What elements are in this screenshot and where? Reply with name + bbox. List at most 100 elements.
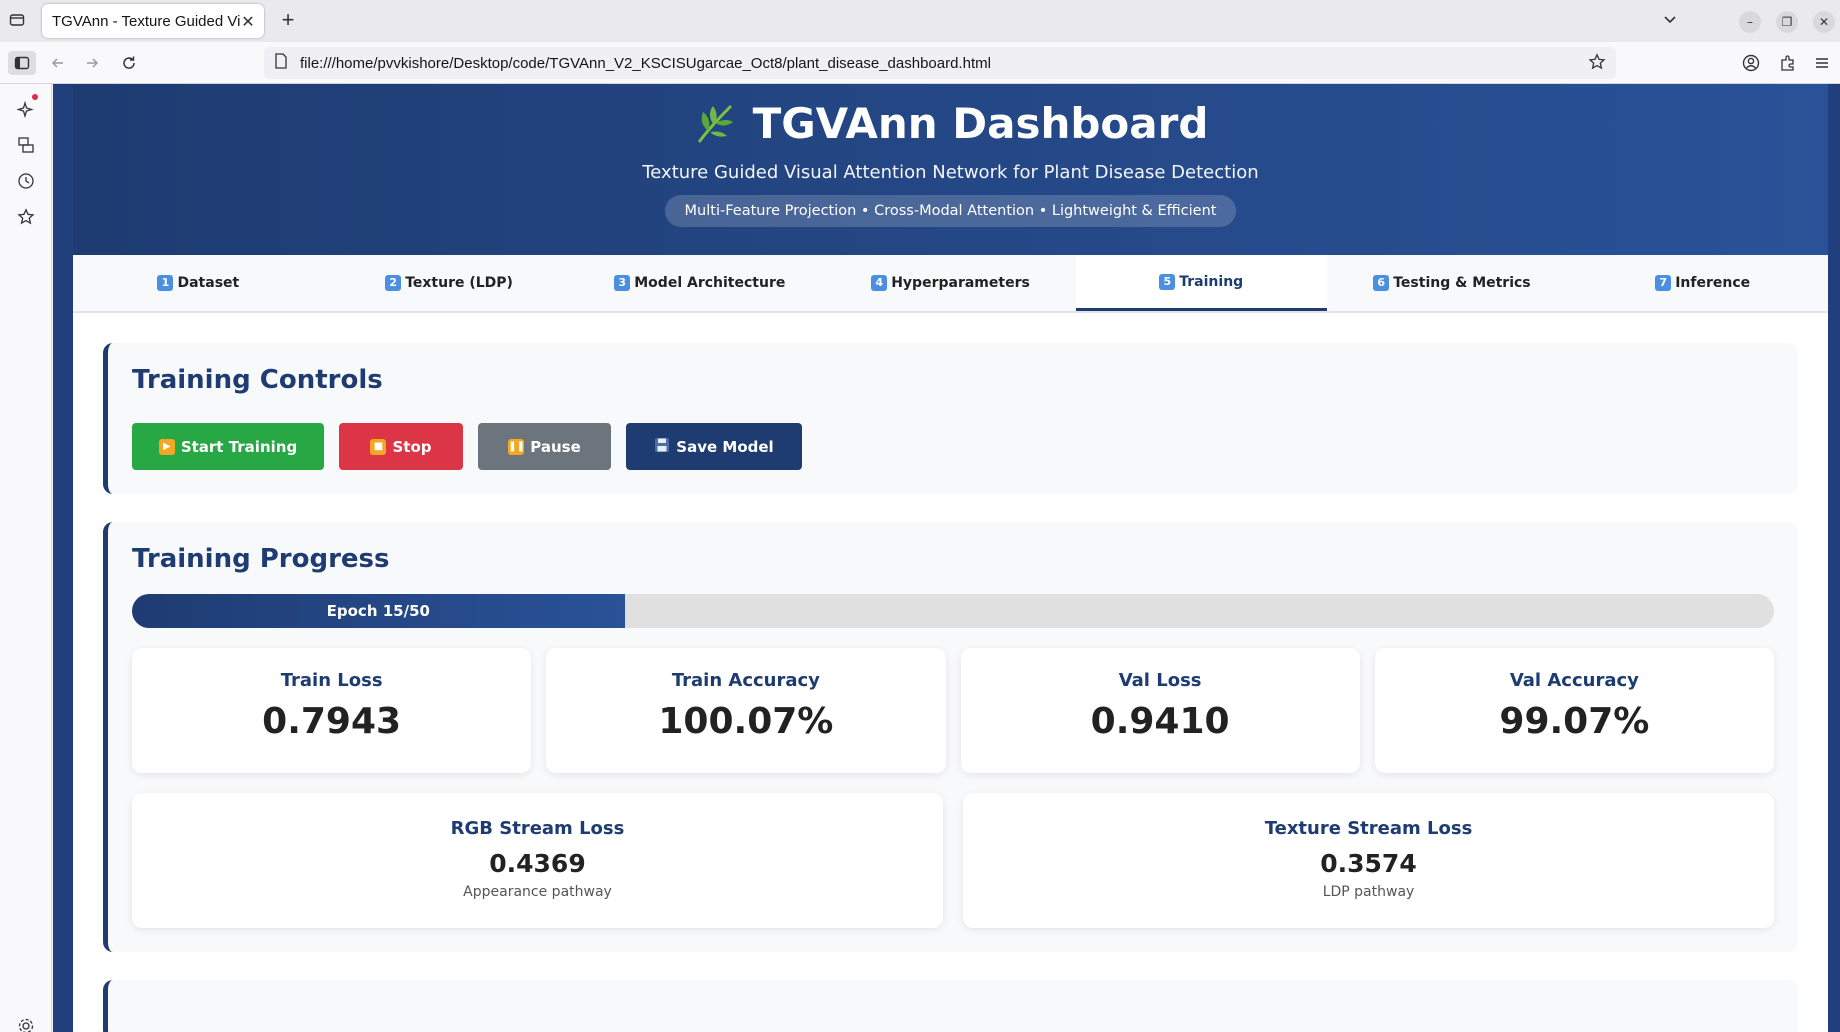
tab-number-badge: 2 bbox=[385, 275, 402, 291]
training-controls-section: Training Controls ▶ Start Training ■ Sto… bbox=[103, 343, 1798, 494]
tab-texture[interactable]: 2 Texture (LDP) bbox=[324, 255, 575, 311]
metric-card-val-accuracy: Val Accuracy 99.07% bbox=[1374, 648, 1774, 773]
page-file-icon bbox=[274, 53, 288, 73]
bookmark-star-icon[interactable] bbox=[1588, 53, 1606, 75]
menu-icon[interactable] bbox=[1810, 51, 1834, 75]
metric-value: 0.3574 bbox=[1320, 849, 1417, 878]
stop-button[interactable]: ■ Stop bbox=[339, 423, 463, 470]
floppy-disk-icon bbox=[654, 437, 670, 457]
leaf-icon bbox=[693, 100, 739, 146]
browser-tabbar: TGVAnn - Texture Guided Vis ✕ + – ❐ ✕ bbox=[0, 0, 1840, 42]
metric-caption: LDP pathway bbox=[1322, 884, 1415, 900]
browser-tab-title: TGVAnn - Texture Guided Vis bbox=[52, 12, 240, 30]
tab-label: Testing & Metrics bbox=[1393, 275, 1531, 291]
reload-icon[interactable] bbox=[117, 51, 141, 75]
bookmarks-star-icon[interactable] bbox=[14, 205, 38, 229]
metric-card-rgb-stream-loss: RGB Stream Loss 0.4369 Appearance pathwa… bbox=[132, 793, 943, 928]
sidebar-toggle-icon[interactable] bbox=[8, 51, 36, 75]
browser-navbar: file:///home/pvvkishore/Desktop/code/TGV… bbox=[0, 42, 1840, 84]
tab-hyperparameters[interactable]: 4 Hyperparameters bbox=[825, 255, 1076, 311]
progress-label: Epoch 15/50 bbox=[326, 602, 430, 620]
url-text[interactable]: file:///home/pvvkishore/Desktop/code/TGV… bbox=[300, 55, 991, 72]
tab-number-badge: 4 bbox=[871, 275, 888, 291]
epoch-progress-bar: Epoch 15/50 bbox=[132, 594, 1774, 628]
section-title: Training Progress bbox=[132, 544, 390, 574]
synced-tabs-icon[interactable] bbox=[14, 133, 38, 157]
metric-card-val-loss: Val Loss 0.9410 bbox=[960, 648, 1360, 773]
pause-button[interactable]: ❚❚ Pause bbox=[478, 423, 611, 470]
account-icon[interactable] bbox=[1739, 51, 1763, 75]
stream-loss-grid: RGB Stream Loss 0.4369 Appearance pathwa… bbox=[132, 793, 1774, 928]
dashboard-header: TGVAnn Dashboard Texture Guided Visual A… bbox=[73, 84, 1828, 255]
tab-number-badge: 6 bbox=[1373, 275, 1390, 291]
metric-value: 0.4369 bbox=[489, 849, 586, 878]
forward-arrow-icon[interactable] bbox=[80, 51, 104, 75]
tab-training[interactable]: 5 Training bbox=[1075, 255, 1327, 311]
tab-number-badge: 5 bbox=[1159, 273, 1176, 290]
window-close-icon[interactable]: ✕ bbox=[1813, 11, 1835, 33]
restore-icon[interactable]: ❐ bbox=[1776, 11, 1798, 33]
tab-list-icon[interactable] bbox=[6, 9, 28, 31]
metric-card-train-loss: Train Loss 0.7943 bbox=[132, 648, 532, 773]
save-model-button[interactable]: Save Model bbox=[626, 423, 802, 470]
dashboard-container: TGVAnn Dashboard Texture Guided Visual A… bbox=[73, 84, 1828, 1032]
play-icon: ▶ bbox=[158, 438, 175, 455]
notification-dot bbox=[32, 94, 38, 100]
chevron-down-icon[interactable] bbox=[1662, 11, 1678, 31]
next-section-partial bbox=[103, 980, 1798, 1032]
history-icon[interactable] bbox=[14, 169, 38, 193]
metric-value: 99.07% bbox=[1499, 701, 1650, 742]
tab-label: Dataset bbox=[177, 275, 240, 291]
back-arrow-icon[interactable] bbox=[46, 51, 70, 75]
button-label: Save Model bbox=[676, 437, 774, 456]
button-label: Pause bbox=[530, 437, 581, 456]
training-progress-section: Training Progress Epoch 15/50 Train Loss… bbox=[103, 522, 1798, 952]
tab-content: Training Controls ▶ Start Training ■ Sto… bbox=[73, 313, 1828, 1032]
metric-caption: Appearance pathway bbox=[463, 884, 612, 900]
tab-label: Inference bbox=[1675, 275, 1751, 291]
metric-value: 0.9410 bbox=[1090, 701, 1230, 742]
progress-fill: Epoch 15/50 bbox=[132, 594, 625, 628]
metric-label: Texture Stream Loss bbox=[1264, 818, 1473, 839]
stop-icon: ■ bbox=[370, 438, 387, 455]
close-tab-icon[interactable]: ✕ bbox=[240, 12, 256, 31]
tab-testing-metrics[interactable]: 6 Testing & Metrics bbox=[1327, 255, 1578, 311]
feature-tagline: Multi-Feature Projection • Cross-Modal A… bbox=[664, 195, 1237, 227]
tab-dataset[interactable]: 1 Dataset bbox=[73, 255, 324, 311]
tab-label: Training bbox=[1179, 273, 1244, 290]
dashboard-tabs: 1 Dataset 2 Texture (LDP) 3 Model Archit… bbox=[73, 255, 1828, 313]
control-buttons: ▶ Start Training ■ Stop ❚❚ Pause Save Mo… bbox=[132, 423, 1774, 470]
start-training-button[interactable]: ▶ Start Training bbox=[132, 423, 324, 470]
title-text: TGVAnn Dashboard bbox=[752, 98, 1209, 148]
tab-number-badge: 1 bbox=[157, 275, 174, 291]
tab-number-badge: 3 bbox=[614, 275, 631, 291]
page-subtitle: Texture Guided Visual Attention Network … bbox=[642, 162, 1259, 183]
metric-value: 0.7943 bbox=[262, 701, 402, 742]
tab-label: Texture (LDP) bbox=[405, 275, 513, 291]
tab-inference[interactable]: 7 Inference bbox=[1577, 255, 1828, 311]
metric-label: Val Loss bbox=[1118, 670, 1202, 691]
browser-tab-active[interactable]: TGVAnn - Texture Guided Vis ✕ bbox=[42, 4, 264, 38]
tab-model-architecture[interactable]: 3 Model Architecture bbox=[574, 255, 825, 311]
settings-gear-icon[interactable] bbox=[14, 1014, 38, 1032]
browser-sidebar bbox=[0, 84, 52, 1032]
tab-number-badge: 7 bbox=[1655, 275, 1672, 291]
page-title: TGVAnn Dashboard bbox=[73, 96, 1828, 150]
new-tab-icon[interactable]: + bbox=[276, 9, 300, 33]
url-bar[interactable]: file:///home/pvvkishore/Desktop/code/TGV… bbox=[264, 47, 1616, 79]
pause-icon: ❚❚ bbox=[508, 438, 525, 455]
metrics-grid: Train Loss 0.7943 Train Accuracy 100.07%… bbox=[132, 648, 1774, 773]
extensions-icon[interactable] bbox=[1776, 51, 1800, 75]
metric-label: RGB Stream Loss bbox=[450, 818, 625, 839]
page-viewport: TGVAnn Dashboard Texture Guided Visual A… bbox=[53, 84, 1840, 1032]
metric-label: Train Accuracy bbox=[671, 670, 820, 691]
ai-sparkle-icon[interactable] bbox=[14, 98, 38, 122]
button-label: Start Training bbox=[180, 437, 298, 456]
section-title: Training Controls bbox=[132, 365, 383, 395]
metric-card-train-accuracy: Train Accuracy 100.07% bbox=[546, 648, 946, 773]
metric-label: Train Loss bbox=[280, 670, 383, 691]
minimize-icon[interactable]: – bbox=[1739, 11, 1761, 33]
button-label: Stop bbox=[392, 437, 432, 456]
metric-value: 100.07% bbox=[658, 701, 834, 742]
tab-label: Hyperparameters bbox=[891, 275, 1030, 291]
